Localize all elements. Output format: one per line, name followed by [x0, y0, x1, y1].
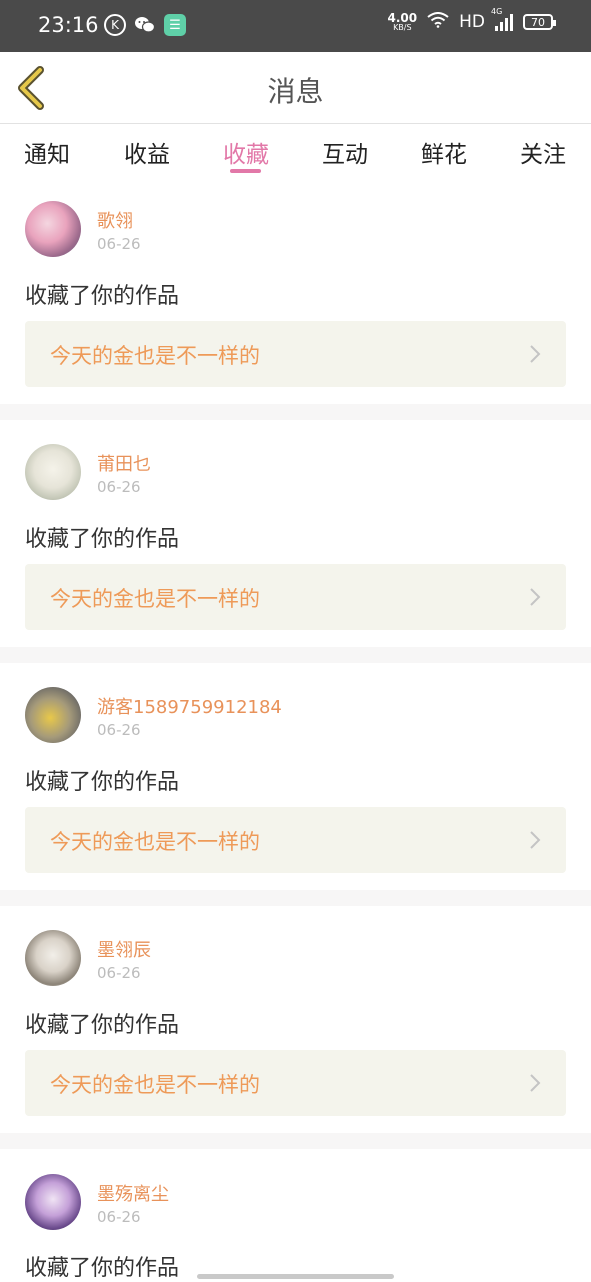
tab-following[interactable]: 关注	[508, 135, 578, 169]
avatar[interactable]	[25, 1174, 81, 1230]
home-indicator[interactable]	[197, 1274, 394, 1279]
tab-interactions[interactable]: 互动	[310, 135, 380, 169]
tab-notifications[interactable]: 通知	[12, 135, 82, 169]
work-link[interactable]: 今天的金也是不一样的	[25, 1050, 566, 1116]
avatar[interactable]	[25, 201, 81, 257]
avatar[interactable]	[25, 687, 81, 743]
username[interactable]: 莆田乜	[97, 450, 151, 476]
list-item: 莆田乜 06-26 收藏了你的作品 今天的金也是不一样的	[0, 420, 591, 647]
battery-level: 70	[531, 15, 545, 29]
hd-indicator: HD	[459, 12, 485, 32]
status-bar: 23:16 K ☰ 4.00 KB/S HD 4G 70	[0, 0, 591, 52]
divider	[0, 1133, 591, 1149]
action-text: 收藏了你的作品	[25, 1256, 180, 1281]
k-app-icon: K	[104, 14, 126, 36]
message-date: 06-26	[97, 1208, 141, 1226]
list-item: 歌翎 06-26 收藏了你的作品 今天的金也是不一样的	[0, 180, 591, 407]
chevron-right-icon	[530, 588, 541, 606]
username[interactable]: 墨殇离尘	[97, 1180, 169, 1206]
action-text: 收藏了你的作品	[25, 284, 180, 309]
action-text: 收藏了你的作品	[25, 527, 180, 552]
status-time: 23:16	[38, 13, 99, 37]
username[interactable]: 游客1589759912184	[97, 693, 282, 719]
username[interactable]: 歌翎	[97, 207, 133, 233]
work-title: 今天的金也是不一样的	[50, 1073, 260, 1097]
list-item: 墨殇离尘 06-26 收藏了你的作品	[0, 1149, 591, 1281]
app-notification-icon: ☰	[164, 14, 186, 36]
tab-bar: 通知 收益 收藏 互动 鲜花 关注	[0, 125, 591, 180]
page-title: 消息	[267, 75, 324, 108]
message-date: 06-26	[97, 235, 141, 253]
message-date: 06-26	[97, 964, 141, 982]
username[interactable]: 墨翎辰	[97, 936, 151, 962]
divider	[0, 890, 591, 906]
active-tab-indicator	[230, 169, 261, 173]
tab-favorites[interactable]: 收藏	[211, 135, 281, 169]
avatar[interactable]	[25, 444, 81, 500]
chevron-right-icon	[530, 1074, 541, 1092]
tab-earnings[interactable]: 收益	[112, 135, 182, 169]
chevron-right-icon	[530, 345, 541, 363]
avatar[interactable]	[25, 930, 81, 986]
divider	[0, 404, 591, 420]
divider	[0, 647, 591, 663]
notification-icons: K ☰	[104, 14, 186, 36]
message-date: 06-26	[97, 478, 141, 496]
message-date: 06-26	[97, 721, 141, 739]
work-link[interactable]: 今天的金也是不一样的	[25, 564, 566, 630]
net-speed: 4.00 KB/S	[387, 11, 418, 32]
tab-flowers[interactable]: 鲜花	[409, 135, 479, 169]
app-header: 消息	[0, 52, 591, 124]
signal-icon: 4G	[491, 7, 513, 31]
list-item: 墨翎辰 06-26 收藏了你的作品 今天的金也是不一样的	[0, 906, 591, 1133]
wechat-icon	[134, 14, 156, 36]
chevron-right-icon	[530, 831, 541, 849]
action-text: 收藏了你的作品	[25, 770, 180, 795]
battery-icon: 70	[523, 14, 556, 30]
action-text: 收藏了你的作品	[25, 1013, 180, 1038]
work-title: 今天的金也是不一样的	[50, 587, 260, 611]
list-item: 游客1589759912184 06-26 收藏了你的作品 今天的金也是不一样的	[0, 663, 591, 890]
work-title: 今天的金也是不一样的	[50, 830, 260, 854]
work-link[interactable]: 今天的金也是不一样的	[25, 807, 566, 873]
work-link[interactable]: 今天的金也是不一样的	[25, 321, 566, 387]
wifi-icon	[427, 12, 449, 32]
work-title: 今天的金也是不一样的	[50, 344, 260, 368]
